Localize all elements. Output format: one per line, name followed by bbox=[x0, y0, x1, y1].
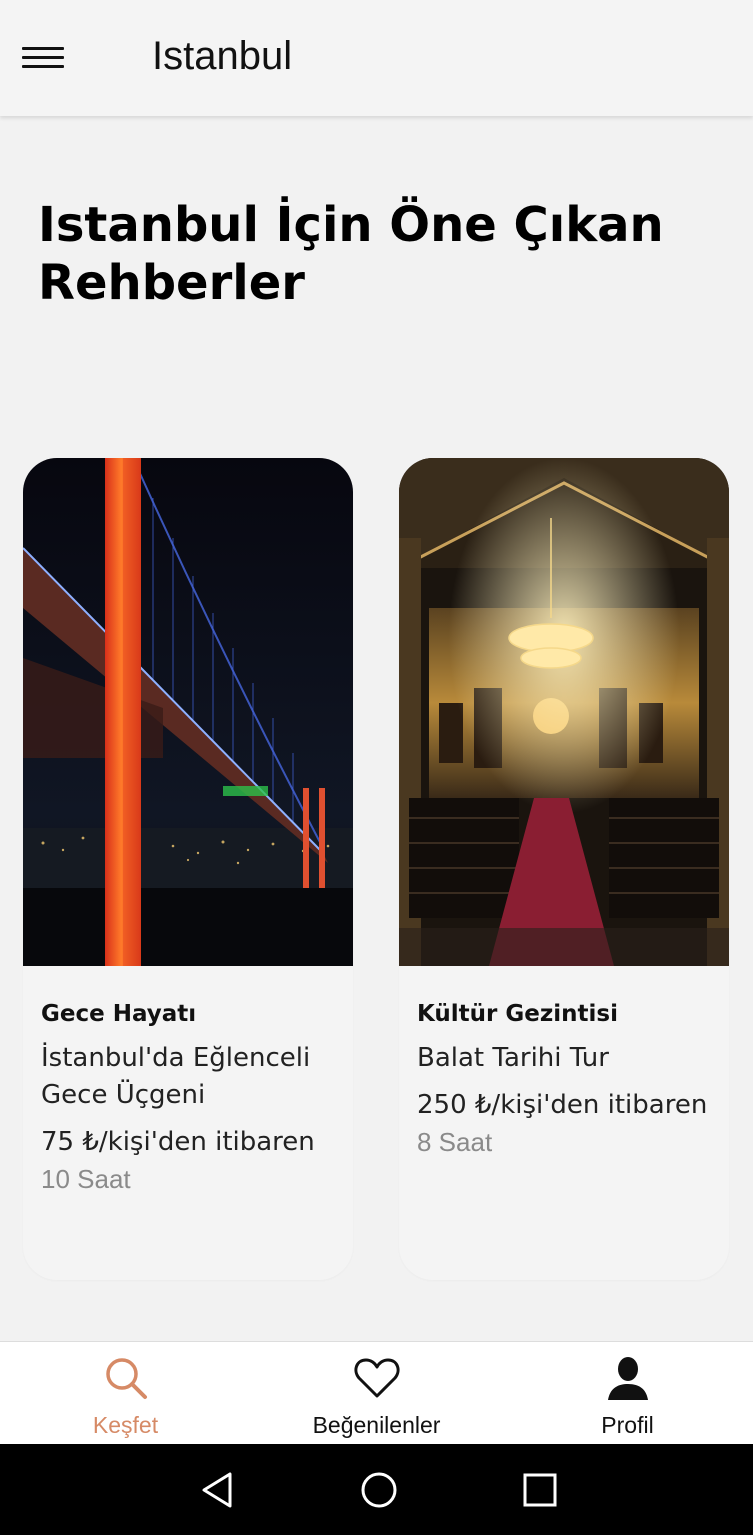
home-circle-icon[interactable] bbox=[357, 1468, 401, 1512]
nav-item-begenilenler[interactable]: Beğenilenler bbox=[251, 1342, 502, 1445]
nav-item-kesfet[interactable]: Keşfet bbox=[0, 1342, 251, 1445]
card-category: Gece Hayatı bbox=[41, 1001, 197, 1027]
person-icon bbox=[607, 1357, 648, 1400]
recents-square-icon[interactable] bbox=[518, 1468, 562, 1512]
card-price: 250 ₺/kişi'den itibaren bbox=[417, 1090, 708, 1120]
heart-icon bbox=[353, 1358, 400, 1398]
app-title: Istanbul bbox=[152, 34, 293, 78]
guide-card[interactable]: Kültür Gezintisi Balat Tarihi Tur 250 ₺/… bbox=[399, 458, 729, 1280]
card-duration: 10 Saat bbox=[41, 1164, 131, 1194]
card-category: Kültür Gezintisi bbox=[417, 1001, 618, 1027]
nav-label: Profil bbox=[601, 1412, 654, 1438]
page-heading: Istanbul İçin Öne Çıkan Rehberler bbox=[38, 197, 664, 311]
church-interior-iconostasis-photo bbox=[399, 458, 729, 966]
card-duration: 8 Saat bbox=[417, 1127, 493, 1157]
system-navigation-bar bbox=[0, 1444, 753, 1535]
guide-card[interactable]: Gece Hayatı İstanbul'da Eğlenceli Gece Ü… bbox=[23, 458, 353, 1280]
search-icon bbox=[105, 1358, 147, 1399]
card-title: İstanbul'da Eğlenceli Gece Üçgeni bbox=[41, 1043, 311, 1110]
bosphorus-bridge-night-photo bbox=[23, 458, 353, 966]
card-price: 75 ₺/kişi'den itibaren bbox=[41, 1127, 315, 1157]
bottom-navigation: Keşfet Beğenilenler Profil bbox=[0, 1341, 753, 1444]
nav-item-profil[interactable]: Profil bbox=[502, 1342, 753, 1445]
app-bar: Istanbul bbox=[0, 0, 753, 116]
nav-label: Keşfet bbox=[92, 1412, 159, 1438]
back-triangle-icon[interactable] bbox=[196, 1468, 240, 1512]
hamburger-menu-icon[interactable] bbox=[22, 44, 66, 74]
card-title: Balat Tarihi Tur bbox=[417, 1043, 609, 1073]
nav-label: Beğenilenler bbox=[312, 1412, 441, 1438]
